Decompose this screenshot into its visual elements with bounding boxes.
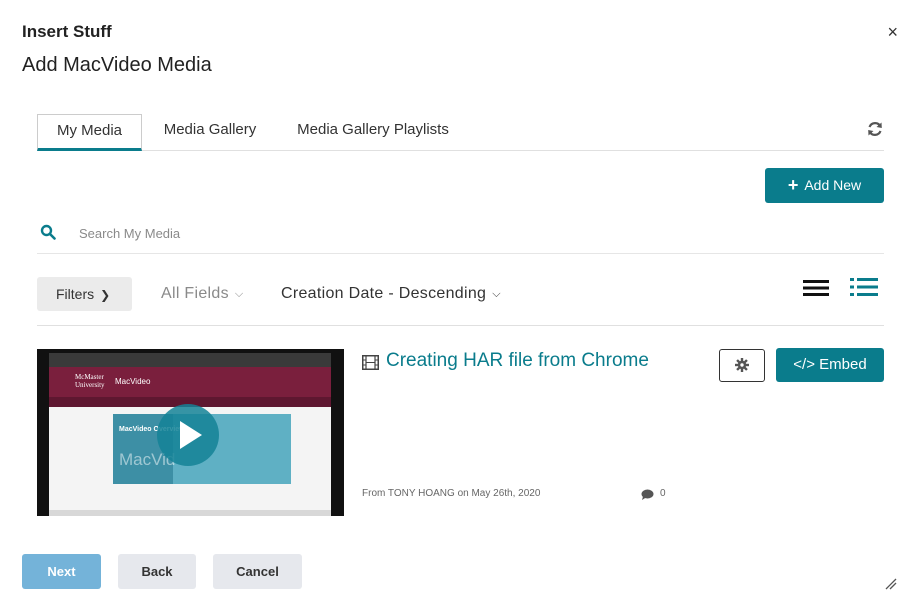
media-thumbnail[interactable]: McMaster University MacVideo MacVideo Ov…: [37, 349, 344, 516]
insert-stuff-dialog: Insert Stuff × Add MacVideo Media My Med…: [0, 0, 920, 612]
cancel-button[interactable]: Cancel: [213, 554, 302, 589]
add-new-label: Add New: [804, 177, 862, 193]
university-logo: McMaster University: [75, 373, 105, 389]
fields-dropdown[interactable]: All Fields ⌵: [161, 277, 244, 311]
divider: [37, 325, 884, 326]
next-button[interactable]: Next: [22, 554, 101, 589]
site-name: MacVideo: [115, 377, 151, 386]
media-meta: From TONY HOANG on May 26th, 2020: [362, 488, 541, 499]
detailed-view-icon[interactable]: [850, 276, 878, 298]
film-icon: [362, 355, 379, 370]
media-title-link[interactable]: Creating HAR file from Chrome: [386, 350, 649, 372]
sort-label: Creation Date - Descending: [281, 285, 487, 302]
search-input[interactable]: [77, 221, 677, 245]
search-icon: [40, 224, 56, 240]
tab-media-gallery-playlists[interactable]: Media Gallery Playlists: [297, 114, 449, 151]
media-settings-button[interactable]: [719, 349, 765, 382]
gear-icon: [735, 358, 749, 372]
comment-icon: [641, 489, 654, 500]
search-bar: [37, 215, 884, 254]
back-button[interactable]: Back: [118, 554, 196, 589]
chevron-down-icon: ⌵: [234, 288, 244, 300]
chevron-right-icon: ❯: [100, 288, 111, 302]
dialog-title: Insert Stuff: [22, 22, 112, 41]
tab-media-gallery[interactable]: Media Gallery: [163, 114, 257, 151]
play-icon[interactable]: [157, 404, 219, 466]
filters-label: Filters: [56, 286, 95, 302]
embed-button[interactable]: </> Embed: [776, 348, 884, 382]
media-tabs: My Media Media Gallery Media Gallery Pla…: [37, 114, 884, 151]
list-view-icon[interactable]: [803, 278, 829, 298]
refresh-icon[interactable]: [866, 120, 884, 138]
add-new-button[interactable]: + Add New: [765, 168, 884, 203]
dialog-subtitle: Add MacVideo Media: [22, 54, 212, 76]
filters-button[interactable]: Filters ❯: [37, 277, 132, 311]
fields-label: All Fields: [161, 285, 229, 302]
plus-icon: +: [787, 175, 799, 195]
sort-dropdown[interactable]: Creation Date - Descending ⌵: [281, 277, 501, 311]
resize-handle-icon[interactable]: [885, 578, 897, 590]
tab-my-media[interactable]: My Media: [37, 114, 142, 151]
close-icon[interactable]: ×: [887, 22, 898, 42]
chevron-down-icon: ⌵: [492, 288, 501, 300]
browser-bar: [49, 353, 331, 367]
comment-count: 0: [660, 488, 666, 499]
